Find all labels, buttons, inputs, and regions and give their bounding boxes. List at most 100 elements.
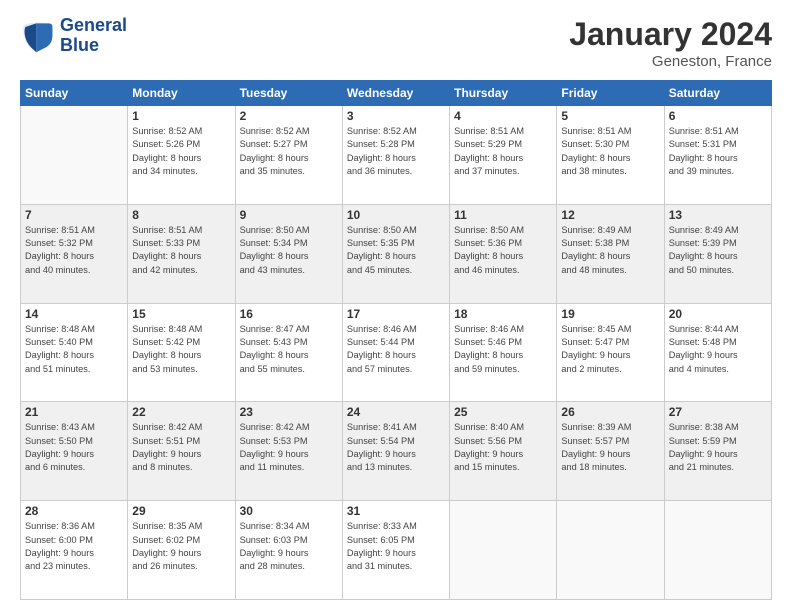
logo-icon: [20, 18, 56, 54]
calendar-cell: 22 Sunrise: 8:42 AMSunset: 5:51 PMDayligh…: [128, 402, 235, 501]
day-info: Sunrise: 8:35 AMSunset: 6:02 PMDaylight:…: [132, 520, 230, 573]
calendar-cell: 16 Sunrise: 8:47 AMSunset: 5:43 PMDayligh…: [235, 303, 342, 402]
day-info: Sunrise: 8:49 AMSunset: 5:38 PMDaylight:…: [561, 224, 659, 277]
calendar-cell: 3 Sunrise: 8:52 AMSunset: 5:28 PMDaylight…: [342, 106, 449, 205]
day-number: 19: [561, 307, 659, 321]
day-info: Sunrise: 8:48 AMSunset: 5:40 PMDaylight:…: [25, 323, 123, 376]
day-info: Sunrise: 8:48 AMSunset: 5:42 PMDaylight:…: [132, 323, 230, 376]
day-number: 31: [347, 504, 445, 518]
day-number: 7: [25, 208, 123, 222]
day-info: Sunrise: 8:50 AMSunset: 5:36 PMDaylight:…: [454, 224, 552, 277]
day-number: 16: [240, 307, 338, 321]
day-number: 27: [669, 405, 767, 419]
day-info: Sunrise: 8:41 AMSunset: 5:54 PMDaylight:…: [347, 421, 445, 474]
day-number: 22: [132, 405, 230, 419]
calendar-cell: 1Sunrise: 8:52 AMSunset: 5:26 PMDaylight…: [128, 106, 235, 205]
calendar-cell: 24 Sunrise: 8:41 AMSunset: 5:54 PMDayligh…: [342, 402, 449, 501]
day-number: 3: [347, 109, 445, 123]
day-info: Sunrise: 8:49 AMSunset: 5:39 PMDaylight:…: [669, 224, 767, 277]
header-row: SundayMondayTuesdayWednesdayThursdayFrid…: [21, 81, 772, 106]
calendar-cell: 15Sunrise: 8:48 AMSunset: 5:42 PMDayligh…: [128, 303, 235, 402]
day-info: Sunrise: 8:42 AMSunset: 5:53 PMDaylight:…: [240, 421, 338, 474]
day-info: Sunrise: 8:47 AMSunset: 5:43 PMDaylight:…: [240, 323, 338, 376]
day-info: Sunrise: 8:45 AMSunset: 5:47 PMDaylight:…: [561, 323, 659, 376]
day-number: 20: [669, 307, 767, 321]
calendar-cell: 21Sunrise: 8:43 AMSunset: 5:50 PMDayligh…: [21, 402, 128, 501]
calendar-cell: 6Sunrise: 8:51 AMSunset: 5:31 PMDaylight…: [664, 106, 771, 205]
calendar-cell: [21, 106, 128, 205]
calendar-cell: 26Sunrise: 8:39 AMSunset: 5:57 PMDayligh…: [557, 402, 664, 501]
day-number: 23: [240, 405, 338, 419]
day-number: 21: [25, 405, 123, 419]
col-header-monday: Monday: [128, 81, 235, 106]
calendar-cell: 31Sunrise: 8:33 AMSunset: 6:05 PMDayligh…: [342, 501, 449, 600]
week-row-1: 1Sunrise: 8:52 AMSunset: 5:26 PMDaylight…: [21, 106, 772, 205]
day-info: Sunrise: 8:46 AMSunset: 5:44 PMDaylight:…: [347, 323, 445, 376]
day-number: 30: [240, 504, 338, 518]
calendar-cell: 10 Sunrise: 8:50 AMSunset: 5:35 PMDayligh…: [342, 204, 449, 303]
calendar-cell: 8 Sunrise: 8:51 AMSunset: 5:33 PMDaylight…: [128, 204, 235, 303]
calendar-table: SundayMondayTuesdayWednesdayThursdayFrid…: [20, 80, 772, 600]
day-info: Sunrise: 8:52 AMSunset: 5:27 PMDaylight:…: [240, 125, 338, 178]
col-header-saturday: Saturday: [664, 81, 771, 106]
col-header-thursday: Thursday: [450, 81, 557, 106]
day-number: 6: [669, 109, 767, 123]
day-number: 18: [454, 307, 552, 321]
day-number: 28: [25, 504, 123, 518]
day-number: 29: [132, 504, 230, 518]
day-info: Sunrise: 8:46 AMSunset: 5:46 PMDaylight:…: [454, 323, 552, 376]
logo: General Blue: [20, 16, 127, 56]
day-info: Sunrise: 8:34 AMSunset: 6:03 PMDaylight:…: [240, 520, 338, 573]
calendar-cell: 18 Sunrise: 8:46 AMSunset: 5:46 PMDayligh…: [450, 303, 557, 402]
calendar-cell: 27 Sunrise: 8:38 AMSunset: 5:59 PMDayligh…: [664, 402, 771, 501]
day-number: 1: [132, 109, 230, 123]
calendar-cell: 14Sunrise: 8:48 AMSunset: 5:40 PMDayligh…: [21, 303, 128, 402]
day-info: Sunrise: 8:51 AMSunset: 5:32 PMDaylight:…: [25, 224, 123, 277]
day-number: 17: [347, 307, 445, 321]
day-number: 13: [669, 208, 767, 222]
day-info: Sunrise: 8:44 AMSunset: 5:48 PMDaylight:…: [669, 323, 767, 376]
calendar-cell: 7 Sunrise: 8:51 AMSunset: 5:32 PMDaylight…: [21, 204, 128, 303]
page: General Blue January 2024 Geneston, Fran…: [0, 0, 792, 612]
day-info: Sunrise: 8:52 AMSunset: 5:28 PMDaylight:…: [347, 125, 445, 178]
calendar-cell: 12 Sunrise: 8:49 AMSunset: 5:38 PMDayligh…: [557, 204, 664, 303]
day-info: Sunrise: 8:38 AMSunset: 5:59 PMDaylight:…: [669, 421, 767, 474]
calendar-cell: 25Sunrise: 8:40 AMSunset: 5:56 PMDayligh…: [450, 402, 557, 501]
calendar-cell: [664, 501, 771, 600]
title-block: January 2024 Geneston, France: [569, 16, 772, 70]
calendar-cell: [557, 501, 664, 600]
calendar-cell: 11 Sunrise: 8:50 AMSunset: 5:36 PMDayligh…: [450, 204, 557, 303]
logo-text: General Blue: [60, 16, 127, 56]
col-header-sunday: Sunday: [21, 81, 128, 106]
day-number: 10: [347, 208, 445, 222]
day-number: 4: [454, 109, 552, 123]
col-header-friday: Friday: [557, 81, 664, 106]
day-number: 25: [454, 405, 552, 419]
main-title: January 2024: [569, 16, 772, 53]
day-info: Sunrise: 8:36 AMSunset: 6:00 PMDaylight:…: [25, 520, 123, 573]
calendar-cell: 23 Sunrise: 8:42 AMSunset: 5:53 PMDayligh…: [235, 402, 342, 501]
day-number: 24: [347, 405, 445, 419]
calendar-cell: 5Sunrise: 8:51 AMSunset: 5:30 PMDaylight…: [557, 106, 664, 205]
day-info: Sunrise: 8:51 AMSunset: 5:33 PMDaylight:…: [132, 224, 230, 277]
day-info: Sunrise: 8:51 AMSunset: 5:30 PMDaylight:…: [561, 125, 659, 178]
calendar-cell: 19 Sunrise: 8:45 AMSunset: 5:47 PMDayligh…: [557, 303, 664, 402]
day-number: 11: [454, 208, 552, 222]
week-row-3: 14Sunrise: 8:48 AMSunset: 5:40 PMDayligh…: [21, 303, 772, 402]
day-info: Sunrise: 8:51 AMSunset: 5:29 PMDaylight:…: [454, 125, 552, 178]
calendar-cell: 2 Sunrise: 8:52 AMSunset: 5:27 PMDaylight…: [235, 106, 342, 205]
week-row-4: 21Sunrise: 8:43 AMSunset: 5:50 PMDayligh…: [21, 402, 772, 501]
calendar-cell: 29 Sunrise: 8:35 AMSunset: 6:02 PMDayligh…: [128, 501, 235, 600]
day-info: Sunrise: 8:39 AMSunset: 5:57 PMDaylight:…: [561, 421, 659, 474]
day-number: 8: [132, 208, 230, 222]
calendar-cell: 30 Sunrise: 8:34 AMSunset: 6:03 PMDayligh…: [235, 501, 342, 600]
day-number: 2: [240, 109, 338, 123]
day-info: Sunrise: 8:50 AMSunset: 5:35 PMDaylight:…: [347, 224, 445, 277]
calendar-cell: 17 Sunrise: 8:46 AMSunset: 5:44 PMDayligh…: [342, 303, 449, 402]
day-info: Sunrise: 8:50 AMSunset: 5:34 PMDaylight:…: [240, 224, 338, 277]
calendar-cell: [450, 501, 557, 600]
day-info: Sunrise: 8:42 AMSunset: 5:51 PMDaylight:…: [132, 421, 230, 474]
calendar-cell: 9Sunrise: 8:50 AMSunset: 5:34 PMDaylight…: [235, 204, 342, 303]
day-number: 12: [561, 208, 659, 222]
col-header-wednesday: Wednesday: [342, 81, 449, 106]
